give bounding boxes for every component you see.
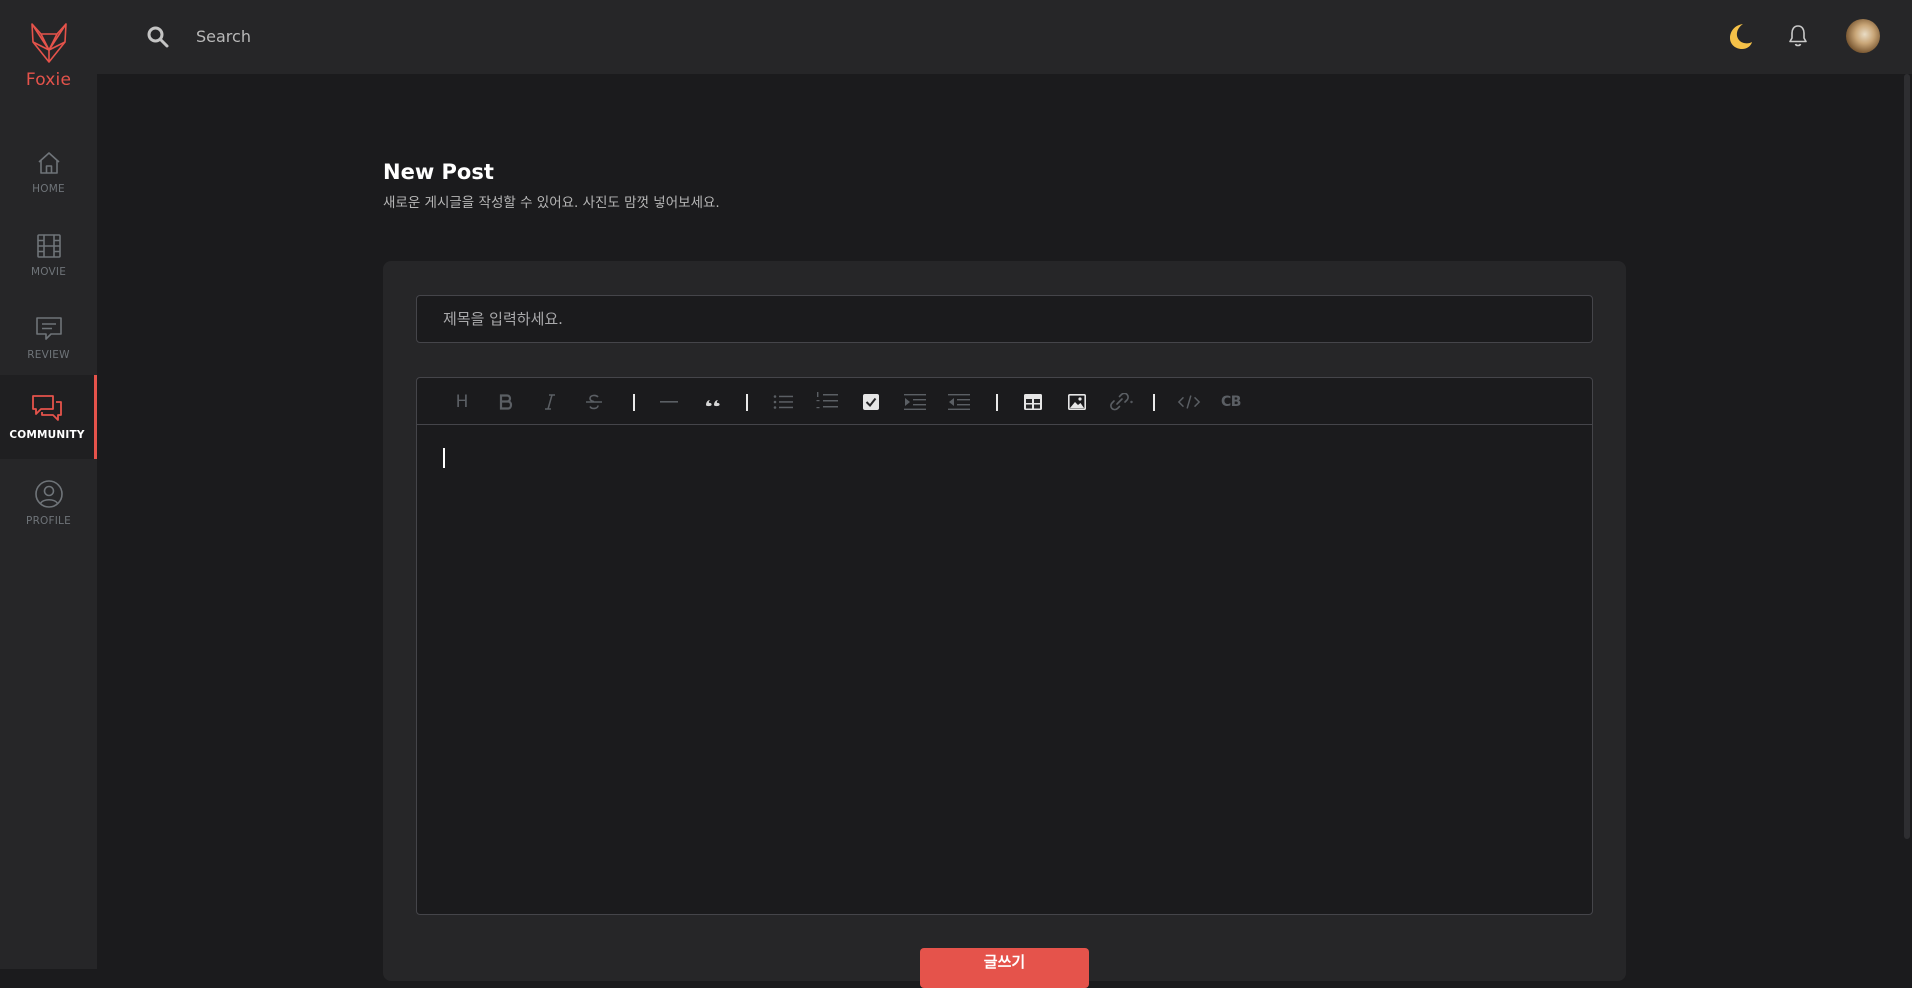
heading-button[interactable]: H — [450, 390, 474, 414]
toolbar-divider — [996, 394, 998, 411]
table-icon — [1024, 394, 1042, 410]
logo[interactable]: Foxie — [0, 22, 97, 90]
sidebar-item-label: PROFILE — [26, 515, 71, 527]
text-cursor — [443, 448, 445, 468]
sidebar-item-community[interactable]: COMMUNITY — [0, 375, 97, 459]
avatar[interactable] — [1846, 19, 1880, 53]
sidebar-item-review[interactable]: REVIEW — [0, 296, 97, 380]
toolbar-divider — [1153, 394, 1155, 411]
toolbar-divider — [746, 394, 748, 411]
bullet-list-icon — [773, 395, 793, 409]
code-button[interactable] — [1177, 390, 1201, 414]
topbar — [97, 0, 1912, 74]
review-icon — [35, 317, 62, 340]
editor-toolbar: H CB — [417, 378, 1592, 425]
moon-icon[interactable] — [1726, 21, 1754, 51]
search-input[interactable] — [196, 22, 596, 50]
fox-logo-icon — [30, 23, 67, 63]
scrollbar[interactable] — [1902, 74, 1912, 969]
sidebar: Foxie HOME MOVIE REVIEW COMMUNITY PROFIL… — [0, 0, 97, 969]
sidebar-item-label: REVIEW — [27, 349, 70, 361]
submit-post-button[interactable]: 글쓰기 — [920, 948, 1089, 988]
sidebar-item-home[interactable]: HOME — [0, 130, 97, 214]
hr-button[interactable] — [657, 390, 681, 414]
post-form-card: H — [383, 261, 1626, 988]
chat-icon — [32, 395, 62, 421]
italic-icon — [545, 394, 555, 410]
quote-button[interactable] — [701, 390, 725, 414]
image-button[interactable] — [1065, 390, 1089, 414]
sidebar-item-profile[interactable]: PROFILE — [0, 461, 97, 545]
scrollbar-thumb[interactable] — [1904, 74, 1910, 839]
toolbar-divider — [633, 394, 635, 411]
task-list-button[interactable] — [859, 390, 883, 414]
code-block-icon: CB — [1221, 394, 1241, 410]
logo-text: Foxie — [25, 70, 72, 90]
code-block-button[interactable]: CB — [1219, 390, 1243, 414]
strike-icon — [586, 394, 602, 410]
bold-button[interactable] — [494, 390, 518, 414]
ordered-list-button[interactable] — [815, 390, 839, 414]
ordered-list-icon — [816, 392, 838, 409]
image-icon — [1068, 394, 1086, 410]
markdown-editor[interactable]: H CB — [416, 377, 1593, 915]
indent-button[interactable] — [903, 390, 927, 414]
outdent-icon — [948, 394, 970, 410]
page-title: New Post — [383, 160, 494, 184]
italic-button[interactable] — [538, 390, 562, 414]
strike-button[interactable] — [582, 390, 606, 414]
user-icon — [34, 480, 63, 508]
link-button[interactable] — [1109, 390, 1133, 414]
code-icon — [1177, 395, 1201, 409]
search-icon[interactable] — [146, 25, 170, 49]
outdent-button[interactable] — [947, 390, 971, 414]
heading-icon: H — [455, 392, 469, 412]
hr-icon — [660, 401, 678, 403]
film-icon — [36, 234, 61, 258]
sidebar-item-label: MOVIE — [30, 266, 67, 278]
table-button[interactable] — [1021, 390, 1045, 414]
link-icon — [1110, 393, 1133, 411]
home-icon — [37, 152, 60, 174]
sidebar-item-label: HOME — [32, 183, 65, 195]
quote-icon — [706, 400, 720, 407]
post-title-input[interactable] — [416, 295, 1593, 343]
bullet-list-button[interactable] — [771, 390, 795, 414]
sidebar-item-label: COMMUNITY — [9, 429, 85, 441]
indent-icon — [904, 394, 926, 410]
task-list-icon — [863, 394, 879, 410]
page-subtitle: 새로운 게시글을 작성할 수 있어요. 사진도 맘껏 넣어보세요. — [383, 195, 720, 211]
bell-icon[interactable] — [1788, 24, 1808, 48]
sidebar-item-movie[interactable]: MOVIE — [0, 213, 97, 297]
bold-icon — [499, 394, 513, 410]
